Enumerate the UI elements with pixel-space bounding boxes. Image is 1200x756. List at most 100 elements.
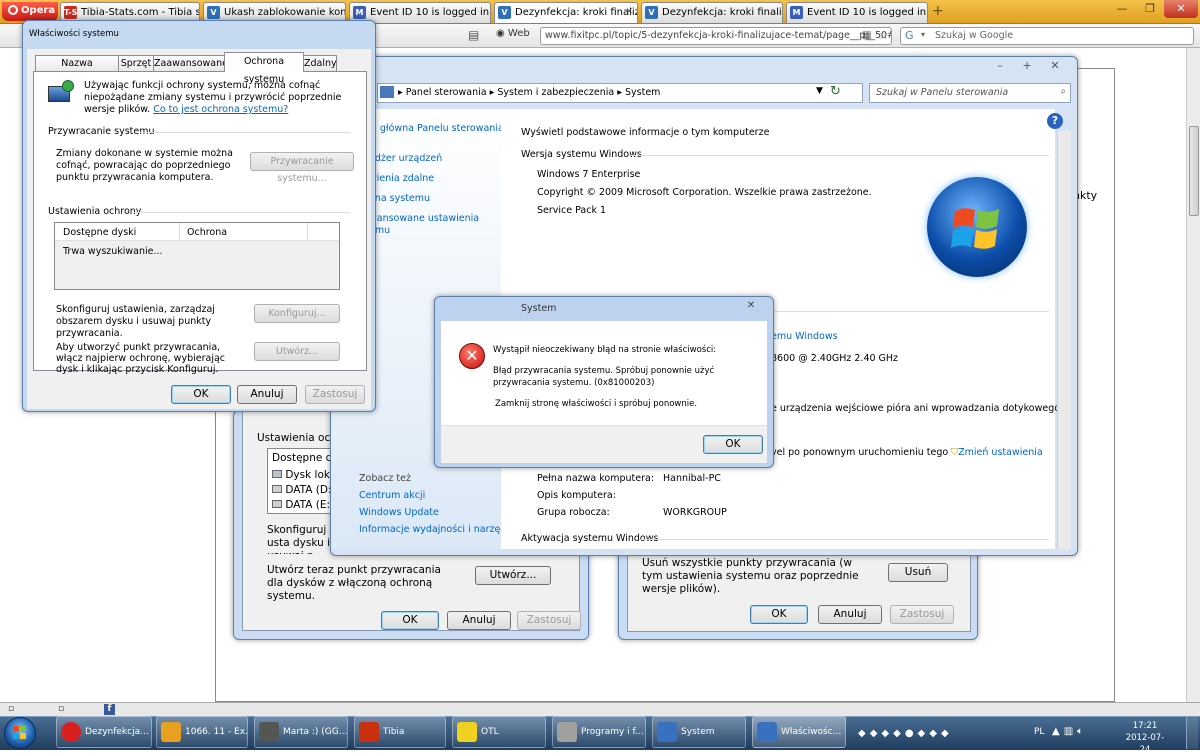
apply-button[interactable]: Zastosuj <box>305 385 365 404</box>
tab-advanced[interactable]: Zaawansowane <box>153 55 228 71</box>
taskbar-item-otl[interactable]: OTL <box>452 716 546 748</box>
restore-button[interactable]: ❐ <box>1136 0 1164 18</box>
apply-button[interactable]: Zastosuj <box>890 605 954 624</box>
link-windows-update[interactable]: Windows Update <box>359 507 439 518</box>
taskbar-item-programs[interactable]: Programy i f... <box>552 716 646 748</box>
language-indicator[interactable]: PL <box>1034 727 1044 737</box>
facebook-icon[interactable]: f <box>104 704 115 715</box>
tab-system-protection[interactable]: Ochrona systemu <box>224 52 304 85</box>
restore-description: Zmiany dokonane w systemie można cofnąć,… <box>56 148 233 183</box>
tray-icon[interactable]: ◆ <box>858 728 870 739</box>
breadcrumb-item[interactable]: Panel sterowania <box>406 87 487 98</box>
close-window-button[interactable]: ✕ <box>1164 0 1198 18</box>
ok-button[interactable]: OK <box>750 605 808 624</box>
refresh-icon[interactable]: ↻ <box>830 84 841 99</box>
maximize-button[interactable]: + <box>1014 59 1040 72</box>
close-tab-icon[interactable]: ✕ <box>625 7 633 17</box>
ok-button[interactable]: OK <box>381 611 439 630</box>
cp-search-input[interactable]: Szukaj w Panelu sterowania ⌕ <box>869 83 1071 103</box>
breadcrumb-item[interactable]: System i zabezpieczenia <box>497 87 614 98</box>
link-action-center[interactable]: Centrum akcji <box>359 490 425 501</box>
cp-scrollbar[interactable] <box>1057 131 1071 549</box>
tab-remote[interactable]: Zdalny <box>303 55 337 71</box>
close-button[interactable]: ✕ <box>733 300 769 315</box>
browser-tab[interactable]: VDezynfekcja: kroki finalizuj... <box>641 2 783 23</box>
help-icon[interactable]: ? <box>1047 113 1063 129</box>
programs-icon <box>557 722 577 742</box>
what-is-protection-link[interactable]: Co to jest ochrona systemu? <box>153 104 288 115</box>
search-input[interactable]: G ▾ Szukaj w Google <box>900 27 1194 45</box>
ok-button[interactable]: OK <box>703 435 763 454</box>
minimize-button[interactable]: — <box>1108 0 1136 18</box>
page-scrollbar[interactable] <box>1186 48 1200 702</box>
create-button[interactable]: Utwórz... <box>475 566 551 585</box>
breadcrumb[interactable]: ▸ Panel sterowania ▸ System i zabezpiecz… <box>377 83 863 103</box>
clock[interactable]: 17:21 2012-07-24 <box>1122 720 1168 756</box>
tray-status: ▲▥🔈︎ <box>1052 726 1087 737</box>
rating-link[interactable]: emu Windows <box>771 331 838 342</box>
url-input[interactable]: www.fixitpc.pl/topic/5-dezynfekcja-kroki… <box>540 27 892 45</box>
arrow-up-icon[interactable]: ▲ <box>1052 726 1064 737</box>
close-button[interactable]: ✕ <box>1041 59 1069 72</box>
tray-icon[interactable]: ◆ <box>941 728 953 739</box>
browser-tab[interactable]: MEvent ID 10 is logged in th... <box>786 2 928 23</box>
system-icon <box>657 722 677 742</box>
col-header-protection[interactable]: Ochrona <box>187 227 227 238</box>
error-instruction: Zamknij stronę właściwości i spróbuj pon… <box>495 399 698 409</box>
cancel-button[interactable]: Anuluj <box>447 611 511 630</box>
show-desktop-button[interactable] <box>1186 717 1198 749</box>
sidebar-item-device-manager[interactable]: edżer urządzeń <box>369 153 442 164</box>
change-settings-link[interactable]: ⛉Zmień ustawienia <box>951 447 1043 458</box>
tray-icon[interactable]: ◆ <box>918 728 930 739</box>
web-identity-button[interactable]: ◉ Web <box>496 28 530 39</box>
ok-button[interactable]: OK <box>171 385 231 404</box>
status-icon[interactable]: ▫ <box>58 704 64 714</box>
tab-computer-name[interactable]: Nazwa komputera <box>35 55 119 84</box>
configure-button[interactable]: Konfiguruj... <box>254 304 340 323</box>
chevron-down-icon[interactable]: ▼ <box>816 86 823 96</box>
disk-list-item[interactable]: DATA (E:) <box>272 499 334 511</box>
pages-icon[interactable]: ▤ <box>468 28 479 42</box>
sidebar-item-advanced[interactable]: wansowane ustawienia <box>369 213 479 224</box>
breadcrumb-item[interactable]: System <box>625 87 660 98</box>
create-button[interactable]: Utwórz... <box>254 342 340 361</box>
tray-icon[interactable]: ● <box>905 728 918 739</box>
start-button[interactable] <box>4 717 36 749</box>
scrollbar-thumb[interactable] <box>1189 126 1199 216</box>
rss-icon[interactable]: ▦ <box>862 30 871 41</box>
link-performance[interactable]: Informacje wydajności i narzędzia <box>359 524 520 535</box>
col-header-disks[interactable]: Dostępne dyski <box>63 227 136 238</box>
taskbar-item-system[interactable]: System <box>652 716 746 748</box>
taskbar-item-gg[interactable]: Marta :) (GG... <box>254 716 348 748</box>
status-icon[interactable]: ▫ <box>8 704 14 714</box>
disk-list-item[interactable]: DATA (D:) <box>272 484 336 496</box>
tray-icon[interactable]: ◆ <box>893 728 905 739</box>
network-icon[interactable]: ▥ <box>1064 726 1077 737</box>
group-header: Przywracanie systemu <box>48 126 155 137</box>
delete-button[interactable]: Usuń <box>888 563 948 582</box>
opera-menu-button[interactable]: Opera <box>2 2 58 21</box>
bookmark-star-icon[interactable]: ☆ <box>878 28 889 42</box>
group-header: Ustawienia ochrony <box>48 206 142 217</box>
browser-tab-active[interactable]: VDezynfekcja: kroki finalizuj...✕ <box>494 2 638 23</box>
tray-icon[interactable]: ◆ <box>881 728 893 739</box>
sidebar-item-protection[interactable]: ona systemu <box>369 193 430 204</box>
apply-button[interactable]: Zastosuj <box>517 611 581 630</box>
tab-hardware[interactable]: Sprzęt <box>118 55 154 71</box>
new-tab-button[interactable]: + <box>932 3 944 19</box>
tray-icon[interactable]: ◆ <box>870 728 882 739</box>
divider <box>134 212 350 213</box>
sidebar-item-home[interactable]: a główna Panelu sterowania <box>371 123 504 134</box>
speaker-icon[interactable]: 🔈︎ <box>1077 726 1087 737</box>
taskbar-item-winamp[interactable]: 1066. 11 - Ex... <box>156 716 248 748</box>
cancel-button[interactable]: Anuluj <box>237 385 297 404</box>
cancel-button[interactable]: Anuluj <box>818 605 882 624</box>
sidebar-item-remote[interactable]: wienia zdalne <box>369 173 434 184</box>
system-restore-button[interactable]: Przywracanie systemu... <box>250 152 354 184</box>
taskbar-item-tibia[interactable]: Tibia <box>354 716 446 748</box>
taskbar-item-opera[interactable]: Dezynfekcja... <box>56 716 152 748</box>
minimize-button[interactable]: – <box>987 59 1013 72</box>
taskbar-item-sysprops[interactable]: Właściwośc... <box>752 716 846 748</box>
disk-list[interactable]: Dostępne dyski Ochrona Trwa wyszukiwanie… <box>54 222 340 290</box>
tray-icon[interactable]: ◆ <box>929 728 941 739</box>
